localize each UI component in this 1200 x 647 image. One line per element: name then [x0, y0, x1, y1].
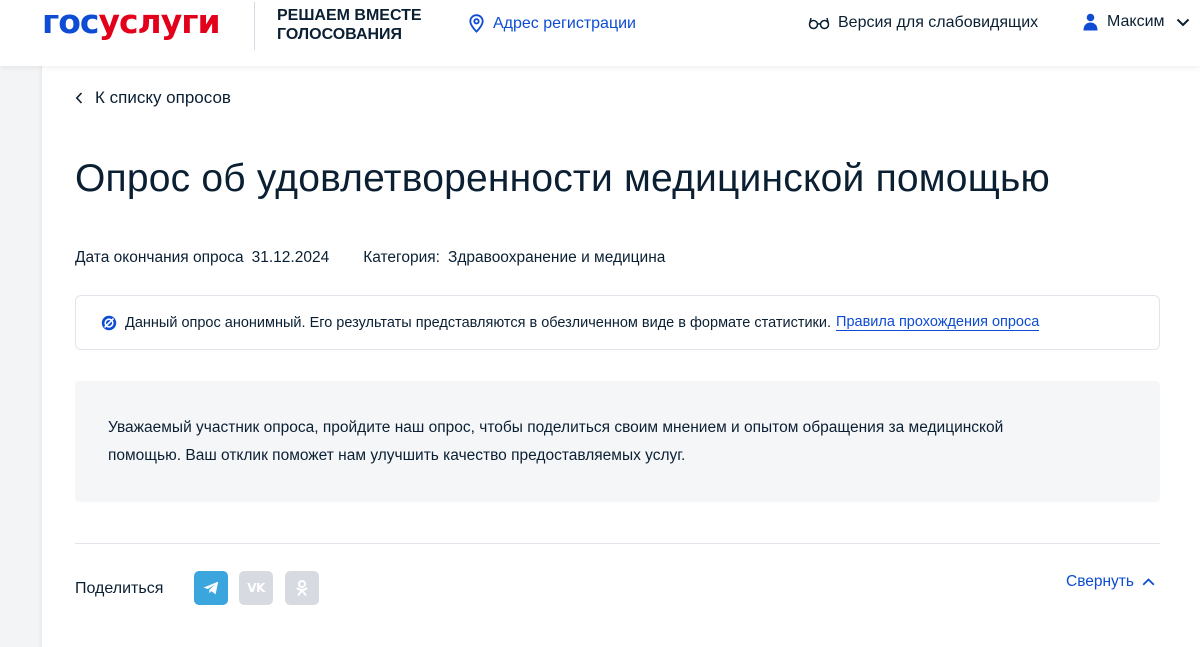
category-value: Здравоохранение и медицина [447, 249, 666, 266]
user-icon [1083, 13, 1098, 31]
end-date-label: Дата окончания опроса [75, 249, 244, 266]
user-menu[interactable]: Максим [1083, 13, 1190, 31]
chevron-left-icon [75, 92, 83, 104]
page-title: Опрос об удовлетворенности медицинской п… [75, 157, 1050, 200]
share-telegram-button[interactable] [194, 571, 228, 605]
vk-icon: VK [247, 581, 265, 595]
intro-text-line-2: помощью. Ваш отклик поможет нам улучшить… [108, 447, 686, 464]
survey-meta: Дата окончания опроса 31.12.2024 Категор… [75, 249, 665, 267]
header-divider [254, 2, 255, 50]
category-label: Категория: [363, 249, 440, 266]
chevron-up-icon [1142, 578, 1155, 586]
logo-part-uslugi: услуги [98, 2, 220, 41]
share-odnoklassniki-button[interactable] [285, 571, 319, 605]
glasses-icon [808, 17, 830, 30]
back-to-surveys-link[interactable]: К списку опросов [75, 88, 231, 108]
survey-rules-link[interactable]: Правила прохождения опроса [836, 314, 1040, 331]
odnoklassniki-icon [296, 580, 308, 596]
share-label: Поделиться [75, 580, 164, 597]
collapse-button[interactable]: Свернуть [1066, 573, 1155, 591]
survey-card: К списку опросов Опрос об удовлетворенно… [42, 60, 1200, 647]
registration-address-link[interactable]: Адрес регистрации [468, 14, 636, 33]
address-label: Адрес регистрации [493, 14, 636, 32]
location-pin-icon [469, 14, 484, 33]
collapse-label: Свернуть [1066, 573, 1134, 590]
share-vk-button[interactable]: VK [239, 571, 273, 605]
tagline-line-2: ГОЛОСОВАНИЯ [277, 26, 403, 43]
anonymity-notice: Данный опрос анонимный. Его результаты п… [75, 295, 1160, 350]
section-divider [75, 543, 1160, 544]
low-vision-label: Версия для слабовидящих [838, 14, 1039, 31]
survey-intro: Уважаемый участник опроса, пройдите наш … [75, 381, 1160, 502]
notice-text: Данный опрос анонимный. Его результаты п… [125, 314, 832, 331]
project-tagline: РЕШАЕМ ВМЕСТЕ ГОЛОСОВАНИЯ [277, 6, 447, 44]
intro-text-line-1: Уважаемый участник опроса, пройдите наш … [108, 419, 1004, 436]
telegram-icon [203, 581, 219, 595]
top-header: госуслуги РЕШАЕМ ВМЕСТЕ ГОЛОСОВАНИЯ Адре… [0, 0, 1200, 66]
gosuslugi-logo[interactable]: госуслуги [42, 2, 221, 42]
anonymous-icon [101, 315, 117, 330]
chevron-down-icon [1176, 18, 1189, 26]
user-name: Максим [1107, 13, 1165, 30]
logo-part-gos: гос [42, 2, 99, 41]
low-vision-version-link[interactable]: Версия для слабовидящих [808, 14, 1038, 32]
back-link-label: К списку опросов [95, 88, 231, 107]
end-date-value: 31.12.2024 [251, 249, 330, 266]
tagline-line-1: РЕШАЕМ ВМЕСТЕ [277, 7, 422, 24]
